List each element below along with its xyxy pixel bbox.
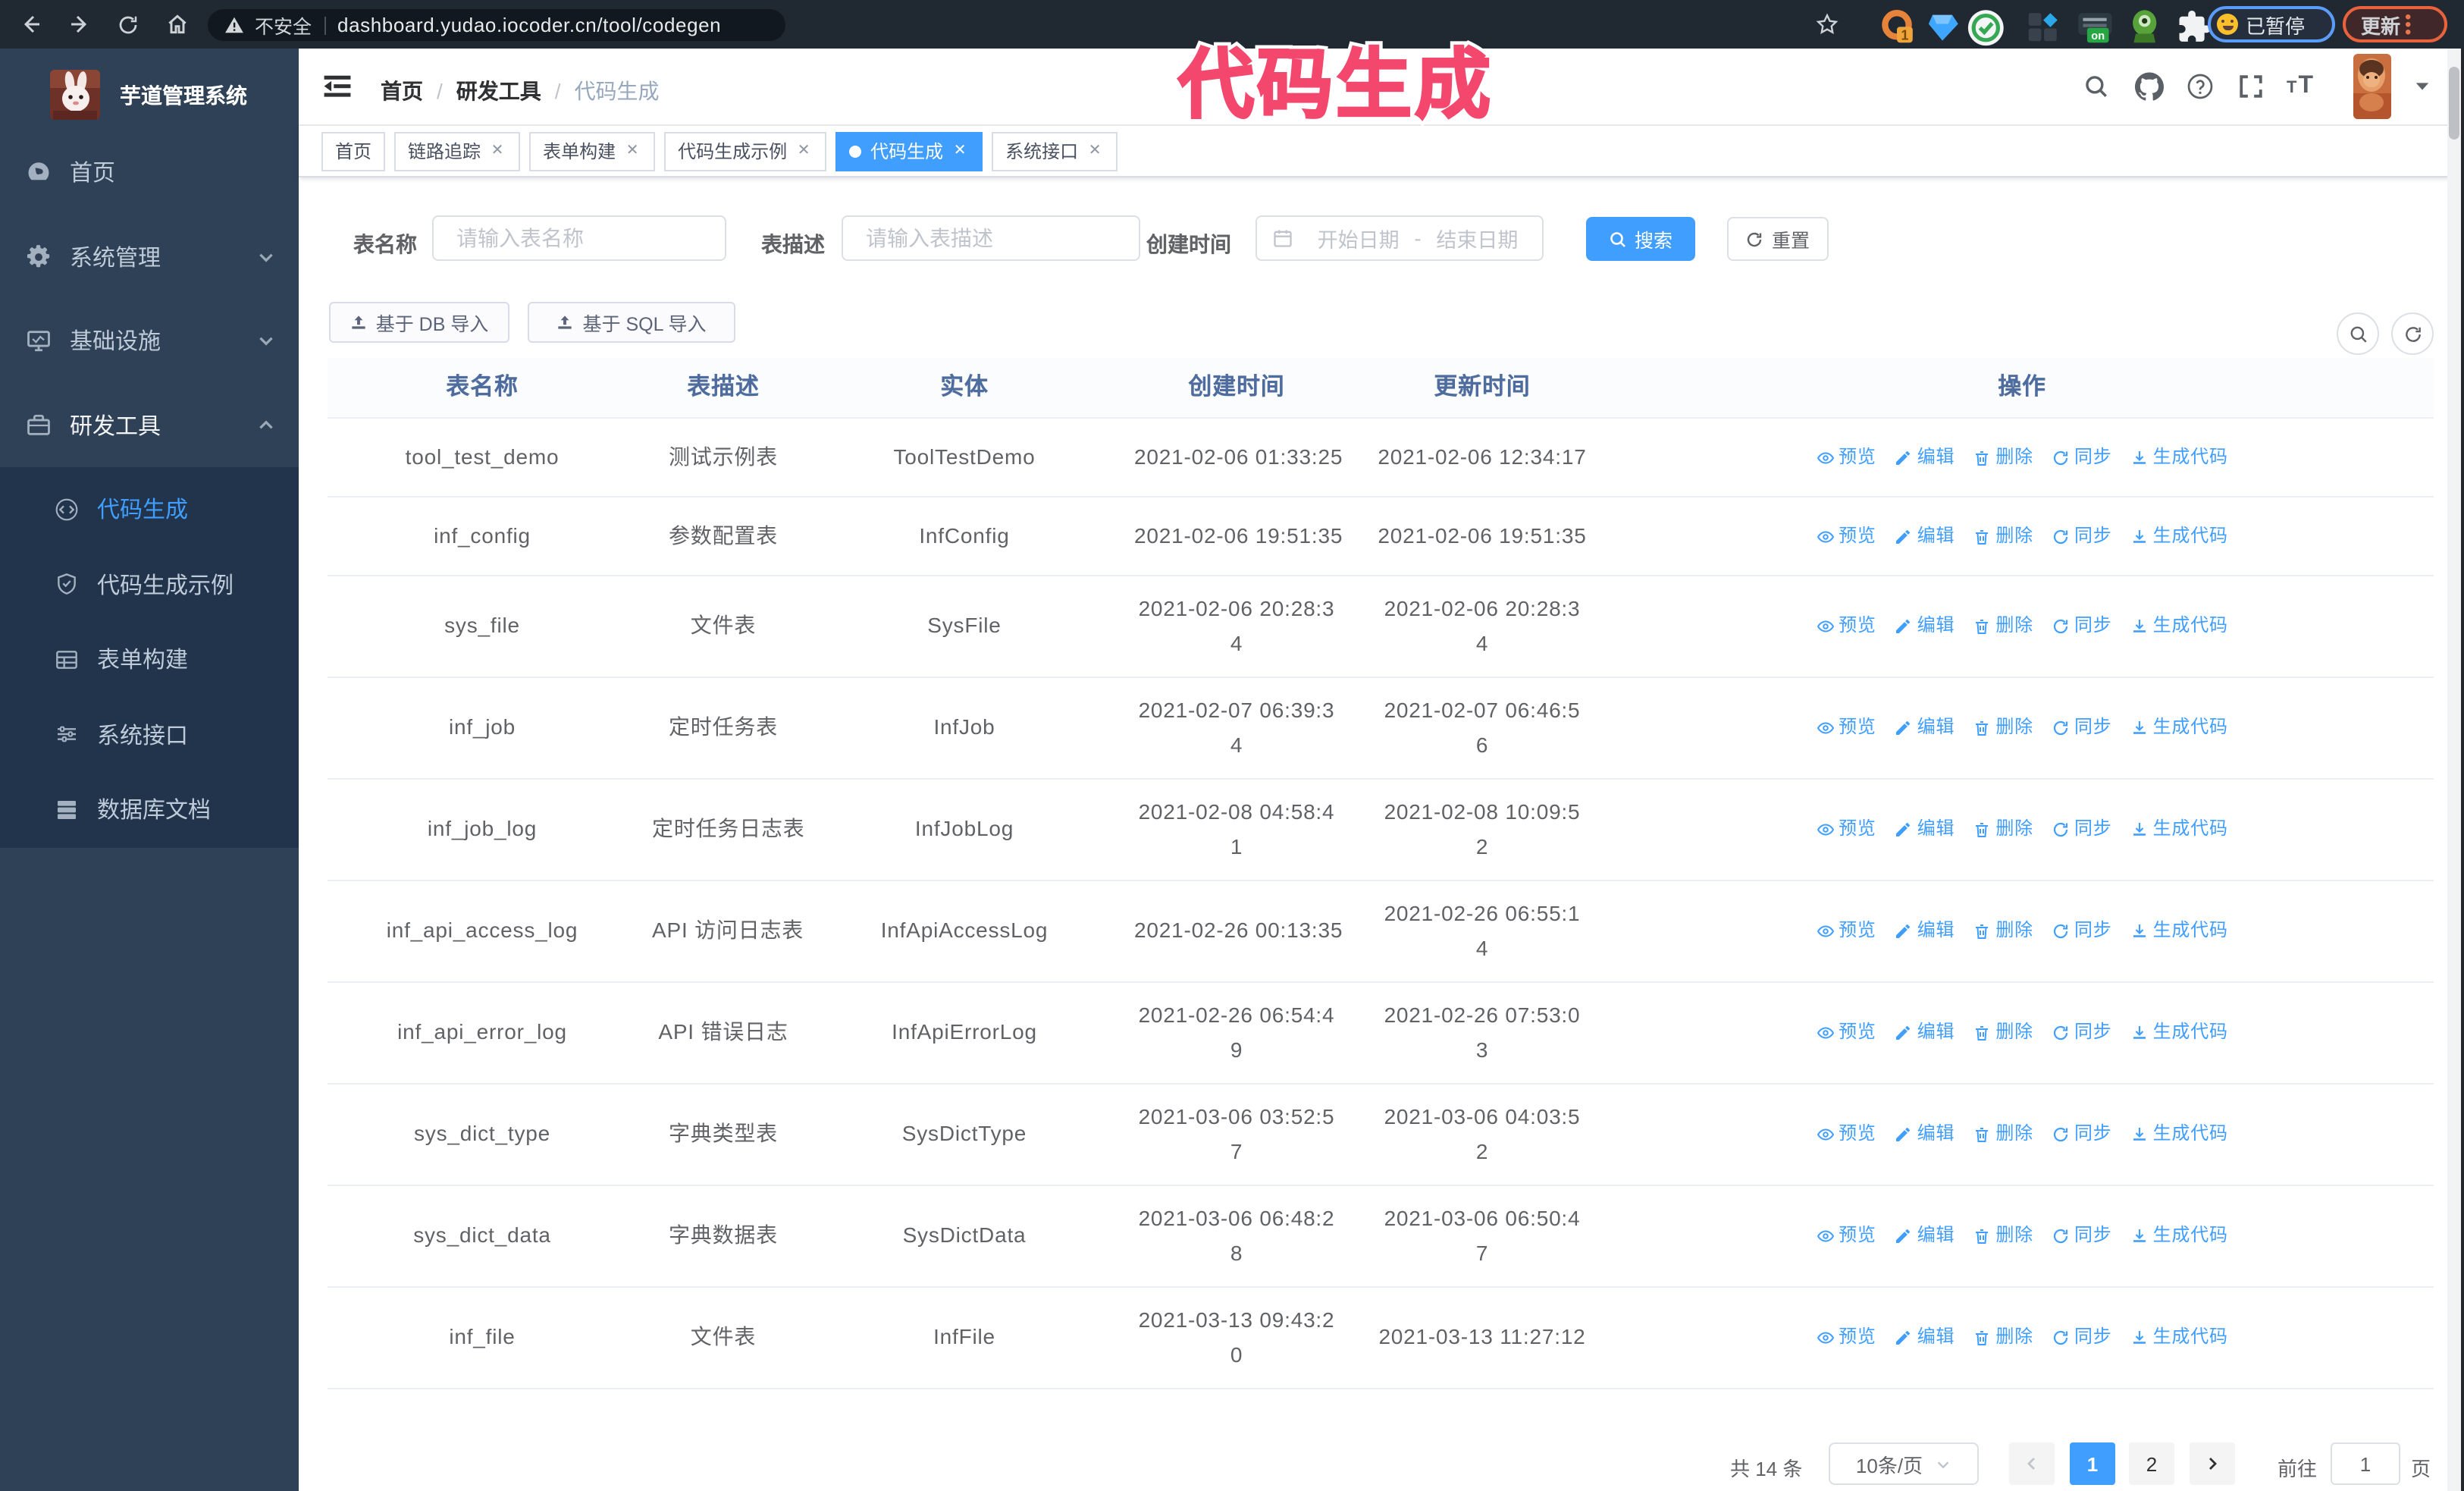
svg-text:on: on [2091,30,2105,42]
svg-text:1: 1 [1901,27,1908,42]
